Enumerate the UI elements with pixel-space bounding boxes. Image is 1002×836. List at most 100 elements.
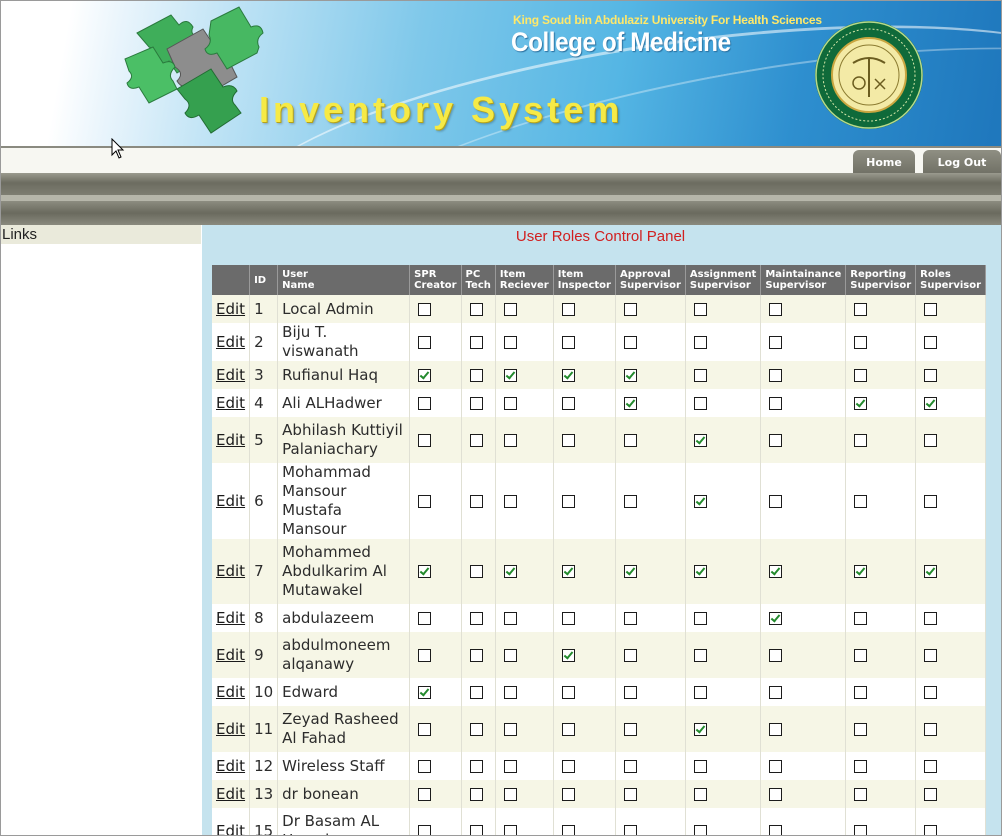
role-checkbox[interactable] bbox=[693, 302, 707, 316]
role-checkbox[interactable] bbox=[418, 565, 432, 578]
role-checkbox[interactable] bbox=[854, 433, 868, 447]
edit-link[interactable]: Edit bbox=[216, 646, 245, 664]
role-checkbox[interactable] bbox=[769, 433, 783, 447]
tab-log-out[interactable]: Log Out bbox=[923, 150, 1001, 175]
role-checkbox[interactable] bbox=[693, 494, 707, 508]
role-checkbox[interactable] bbox=[418, 685, 432, 699]
role-checkbox[interactable] bbox=[503, 433, 517, 447]
role-checkbox[interactable] bbox=[854, 335, 868, 349]
role-checkbox[interactable] bbox=[418, 611, 432, 625]
role-checkbox[interactable] bbox=[561, 722, 575, 736]
role-checkbox[interactable] bbox=[854, 494, 868, 508]
role-checkbox[interactable] bbox=[418, 494, 432, 508]
role-checkbox[interactable] bbox=[418, 648, 432, 662]
role-checkbox[interactable] bbox=[418, 759, 432, 773]
role-checkbox[interactable] bbox=[854, 396, 868, 410]
role-checkbox[interactable] bbox=[561, 494, 575, 508]
role-checkbox[interactable] bbox=[693, 611, 707, 625]
role-checkbox[interactable] bbox=[924, 685, 938, 699]
role-checkbox[interactable] bbox=[924, 335, 938, 349]
role-checkbox[interactable] bbox=[924, 787, 938, 801]
role-checkbox[interactable] bbox=[503, 824, 517, 835]
role-checkbox[interactable] bbox=[469, 611, 483, 625]
role-checkbox[interactable] bbox=[924, 722, 938, 736]
role-checkbox[interactable] bbox=[769, 685, 783, 699]
role-checkbox[interactable] bbox=[469, 335, 483, 349]
role-checkbox[interactable] bbox=[854, 685, 868, 699]
role-checkbox[interactable] bbox=[924, 433, 938, 447]
role-checkbox[interactable] bbox=[561, 335, 575, 349]
role-checkbox[interactable] bbox=[769, 824, 783, 835]
role-checkbox[interactable] bbox=[561, 824, 575, 835]
role-checkbox[interactable] bbox=[561, 759, 575, 773]
role-checkbox[interactable] bbox=[418, 722, 432, 736]
role-checkbox[interactable] bbox=[561, 685, 575, 699]
role-checkbox[interactable] bbox=[418, 824, 432, 835]
role-checkbox[interactable] bbox=[769, 368, 783, 382]
role-checkbox[interactable] bbox=[469, 685, 483, 699]
role-checkbox[interactable] bbox=[924, 565, 938, 578]
role-checkbox[interactable] bbox=[854, 759, 868, 773]
role-checkbox[interactable] bbox=[418, 787, 432, 801]
role-checkbox[interactable] bbox=[769, 302, 783, 316]
role-checkbox[interactable] bbox=[469, 824, 483, 835]
edit-link[interactable]: Edit bbox=[216, 492, 245, 510]
role-checkbox[interactable] bbox=[854, 787, 868, 801]
role-checkbox[interactable] bbox=[561, 565, 575, 578]
role-checkbox[interactable] bbox=[693, 368, 707, 382]
edit-link[interactable]: Edit bbox=[216, 785, 245, 803]
role-checkbox[interactable] bbox=[924, 611, 938, 625]
role-checkbox[interactable] bbox=[623, 302, 637, 316]
role-checkbox[interactable] bbox=[769, 787, 783, 801]
role-checkbox[interactable] bbox=[769, 722, 783, 736]
role-checkbox[interactable] bbox=[561, 787, 575, 801]
role-checkbox[interactable] bbox=[693, 759, 707, 773]
role-checkbox[interactable] bbox=[854, 565, 868, 578]
role-checkbox[interactable] bbox=[503, 611, 517, 625]
role-checkbox[interactable] bbox=[693, 648, 707, 662]
edit-link[interactable]: Edit bbox=[216, 720, 245, 738]
role-checkbox[interactable] bbox=[503, 759, 517, 773]
role-checkbox[interactable] bbox=[623, 685, 637, 699]
role-checkbox[interactable] bbox=[623, 648, 637, 662]
role-checkbox[interactable] bbox=[623, 335, 637, 349]
role-checkbox[interactable] bbox=[561, 648, 575, 662]
role-checkbox[interactable] bbox=[469, 302, 483, 316]
role-checkbox[interactable] bbox=[469, 722, 483, 736]
role-checkbox[interactable] bbox=[924, 759, 938, 773]
role-checkbox[interactable] bbox=[623, 824, 637, 835]
role-checkbox[interactable] bbox=[418, 302, 432, 316]
role-checkbox[interactable] bbox=[503, 368, 517, 382]
role-checkbox[interactable] bbox=[623, 611, 637, 625]
role-checkbox[interactable] bbox=[623, 494, 637, 508]
role-checkbox[interactable] bbox=[769, 611, 783, 625]
edit-link[interactable]: Edit bbox=[216, 562, 245, 580]
role-checkbox[interactable] bbox=[693, 685, 707, 699]
tab-home[interactable]: Home bbox=[853, 150, 915, 175]
role-checkbox[interactable] bbox=[769, 494, 783, 508]
role-checkbox[interactable] bbox=[503, 335, 517, 349]
role-checkbox[interactable] bbox=[854, 368, 868, 382]
role-checkbox[interactable] bbox=[469, 565, 483, 578]
role-checkbox[interactable] bbox=[469, 396, 483, 410]
role-checkbox[interactable] bbox=[418, 396, 432, 410]
role-checkbox[interactable] bbox=[854, 611, 868, 625]
role-checkbox[interactable] bbox=[469, 787, 483, 801]
role-checkbox[interactable] bbox=[924, 368, 938, 382]
edit-link[interactable]: Edit bbox=[216, 300, 245, 318]
role-checkbox[interactable] bbox=[924, 396, 938, 410]
role-checkbox[interactable] bbox=[503, 302, 517, 316]
role-checkbox[interactable] bbox=[503, 722, 517, 736]
role-checkbox[interactable] bbox=[418, 433, 432, 447]
role-checkbox[interactable] bbox=[623, 396, 637, 410]
role-checkbox[interactable] bbox=[924, 824, 938, 835]
role-checkbox[interactable] bbox=[503, 494, 517, 508]
edit-link[interactable]: Edit bbox=[216, 394, 245, 412]
role-checkbox[interactable] bbox=[469, 648, 483, 662]
role-checkbox[interactable] bbox=[469, 494, 483, 508]
role-checkbox[interactable] bbox=[693, 433, 707, 447]
edit-link[interactable]: Edit bbox=[216, 683, 245, 701]
role-checkbox[interactable] bbox=[561, 368, 575, 382]
edit-link[interactable]: Edit bbox=[216, 822, 245, 836]
role-checkbox[interactable] bbox=[693, 396, 707, 410]
